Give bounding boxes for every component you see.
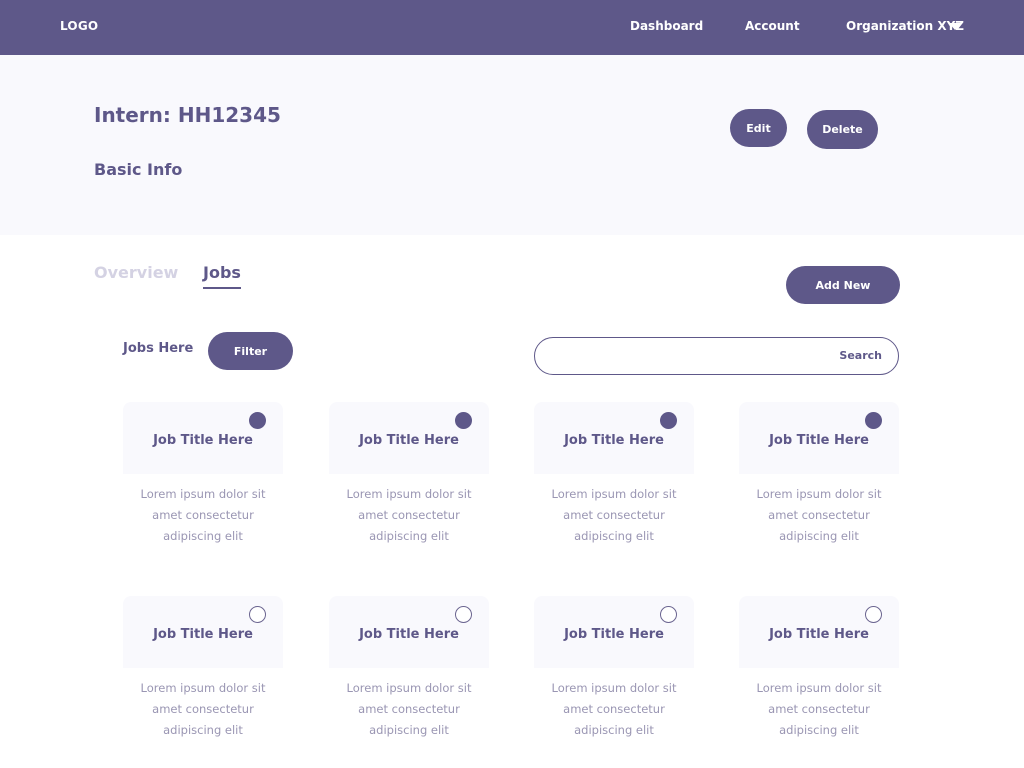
radio-selected-icon[interactable] — [865, 412, 882, 429]
job-card-title: Job Title Here — [153, 627, 253, 642]
radio-selected-icon[interactable] — [455, 412, 472, 429]
page-title: Intern: HH12345 — [94, 103, 281, 127]
job-card-description: Lorem ipsum dolor sit amet consectetur adi… — [123, 484, 283, 547]
job-card-description-line: amet consectetur — [768, 508, 870, 522]
job-card[interactable]: Job Title Here Lorem ipsum dolor sit amet … — [123, 402, 283, 552]
job-card-description-line: adipiscing elit — [369, 723, 449, 737]
job-card-header: Job Title Here — [534, 402, 694, 474]
job-card[interactable]: Job Title Here Lorem ipsum dolor sit amet … — [123, 596, 283, 746]
radio-selected-icon[interactable] — [660, 412, 677, 429]
header-section: Intern: HH12345 Basic Info Edit Delete — [0, 55, 1024, 235]
job-card-header: Job Title Here — [534, 596, 694, 668]
job-card-description-line: adipiscing elit — [574, 529, 654, 543]
job-card-description-line: adipiscing elit — [163, 723, 243, 737]
nav-link-account[interactable]: Account — [745, 19, 800, 33]
organization-dropdown[interactable]: Organization XYZ — [846, 19, 964, 33]
job-card-description: Lorem ipsum dolor sit amet consectetur adi… — [329, 678, 489, 741]
job-card-description-line: Lorem ipsum dolor sit — [551, 681, 677, 695]
job-card-description-line: adipiscing elit — [574, 723, 654, 737]
job-card-description: Lorem ipsum dolor sit amet consectetur adi… — [739, 678, 899, 741]
radio-unselected-icon[interactable] — [865, 606, 882, 623]
job-card-description-line: adipiscing elit — [779, 529, 859, 543]
job-card[interactable]: Job Title Here Lorem ipsum dolor sit amet … — [329, 402, 489, 552]
radio-unselected-icon[interactable] — [249, 606, 266, 623]
top-nav: LOGO Dashboard Account Organization XYZ — [0, 0, 1024, 55]
tab-overview[interactable]: Overview — [94, 263, 178, 282]
job-card[interactable]: Job Title Here Lorem ipsum dolor sit amet … — [329, 596, 489, 746]
job-card-description-line: amet consectetur — [768, 702, 870, 716]
job-card-description: Lorem ipsum dolor sit amet consectetur adi… — [534, 484, 694, 547]
job-card-description-line: Lorem ipsum dolor sit — [140, 487, 266, 501]
job-card-header: Job Title Here — [329, 596, 489, 668]
nav-link-dashboard[interactable]: Dashboard — [630, 19, 703, 33]
radio-unselected-icon[interactable] — [455, 606, 472, 623]
job-card-title: Job Title Here — [153, 433, 253, 448]
job-card-title: Job Title Here — [564, 627, 664, 642]
job-card-description-line: Lorem ipsum dolor sit — [346, 487, 472, 501]
job-card-title: Job Title Here — [359, 627, 459, 642]
job-card-header: Job Title Here — [329, 402, 489, 474]
job-card[interactable]: Job Title Here Lorem ipsum dolor sit amet … — [534, 402, 694, 552]
job-card-description-line: Lorem ipsum dolor sit — [346, 681, 472, 695]
logo[interactable]: LOGO — [60, 19, 98, 33]
job-card-description-line: amet consectetur — [152, 702, 254, 716]
job-card-description: Lorem ipsum dolor sit amet consectetur adi… — [534, 678, 694, 741]
job-card-header: Job Title Here — [123, 402, 283, 474]
job-card-description-line: Lorem ipsum dolor sit — [756, 487, 882, 501]
job-card-description-line: amet consectetur — [358, 508, 460, 522]
delete-button[interactable]: Delete — [807, 110, 878, 149]
job-card-title: Job Title Here — [564, 433, 664, 448]
job-card-title: Job Title Here — [769, 433, 869, 448]
job-card-title: Job Title Here — [359, 433, 459, 448]
radio-unselected-icon[interactable] — [660, 606, 677, 623]
radio-selected-icon[interactable] — [249, 412, 266, 429]
filter-button[interactable]: Filter — [208, 332, 293, 370]
job-card-description-line: amet consectetur — [358, 702, 460, 716]
job-card-description-line: amet consectetur — [152, 508, 254, 522]
job-card-description-line: adipiscing elit — [779, 723, 859, 737]
edit-button[interactable]: Edit — [730, 109, 787, 147]
job-card-header: Job Title Here — [123, 596, 283, 668]
add-new-button[interactable]: Add New — [786, 266, 900, 304]
job-card[interactable]: Job Title Here Lorem ipsum dolor sit amet … — [739, 402, 899, 552]
job-card-description-line: Lorem ipsum dolor sit — [756, 681, 882, 695]
job-card-description-line: Lorem ipsum dolor sit — [551, 487, 677, 501]
job-card-description-line: adipiscing elit — [369, 529, 449, 543]
job-card-description: Lorem ipsum dolor sit amet consectetur adi… — [329, 484, 489, 547]
job-card-header: Job Title Here — [739, 596, 899, 668]
job-card-description-line: adipiscing elit — [163, 529, 243, 543]
tab-jobs[interactable]: Jobs — [203, 263, 241, 282]
search-input[interactable] — [551, 346, 821, 366]
job-card-description-line: Lorem ipsum dolor sit — [140, 681, 266, 695]
job-card-header: Job Title Here — [739, 402, 899, 474]
job-card[interactable]: Job Title Here Lorem ipsum dolor sit amet … — [739, 596, 899, 746]
job-card-description-line: amet consectetur — [563, 508, 665, 522]
search-bar[interactable]: Search — [534, 337, 899, 375]
search-button[interactable]: Search — [839, 349, 882, 362]
job-card-description: Lorem ipsum dolor sit amet consectetur adi… — [123, 678, 283, 741]
chevron-down-icon[interactable] — [949, 23, 961, 30]
job-card[interactable]: Job Title Here Lorem ipsum dolor sit amet … — [534, 596, 694, 746]
job-card-title: Job Title Here — [769, 627, 869, 642]
active-tab-indicator — [203, 287, 241, 289]
jobs-list-label: Jobs Here — [123, 341, 194, 356]
job-card-description-line: amet consectetur — [563, 702, 665, 716]
basic-info-heading: Basic Info — [94, 160, 183, 179]
job-card-description: Lorem ipsum dolor sit amet consectetur adi… — [739, 484, 899, 547]
